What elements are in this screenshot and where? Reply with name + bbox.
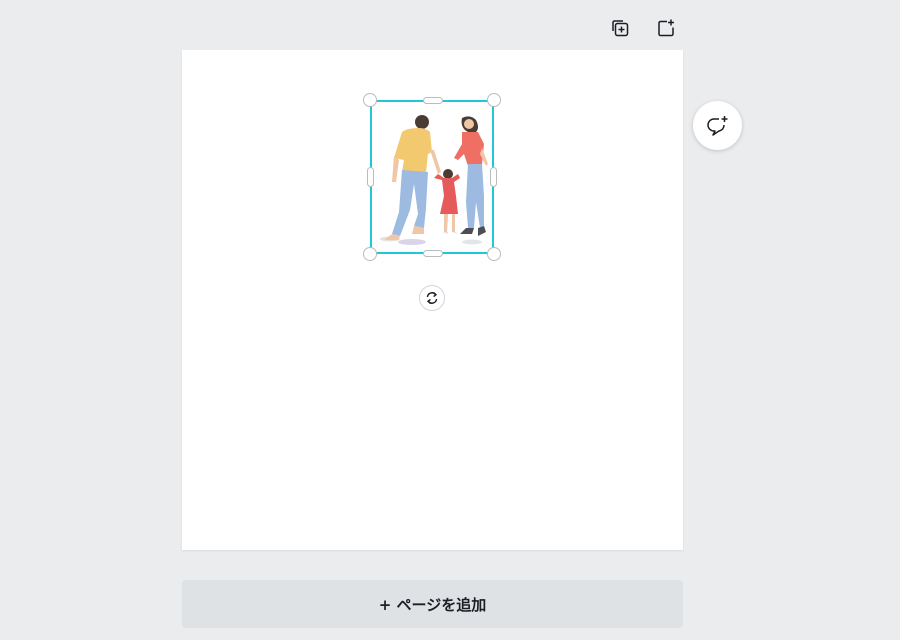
add-page-label: + ページを追加: [378, 595, 487, 614]
rotate-button[interactable]: [419, 285, 445, 311]
add-page-button[interactable]: + ページを追加: [182, 580, 683, 628]
editor-stage: + ページを追加: [0, 0, 900, 640]
page-toolbar: [606, 14, 680, 42]
resize-handle-top[interactable]: [423, 97, 443, 104]
rotate-icon: [426, 291, 438, 305]
design-page[interactable]: [182, 50, 683, 550]
resize-handle-left[interactable]: [367, 167, 374, 187]
resize-handle-bottom-right[interactable]: [487, 247, 501, 261]
resize-handle-bottom[interactable]: [423, 250, 443, 257]
family-illustration: [380, 115, 488, 245]
resize-handle-top-right[interactable]: [487, 93, 501, 107]
resize-handle-right[interactable]: [490, 167, 497, 187]
resize-handle-bottom-left[interactable]: [363, 247, 377, 261]
duplicate-page-button[interactable]: [606, 14, 634, 42]
duplicate-page-icon: [612, 20, 629, 37]
add-page-icon: [658, 19, 674, 37]
selected-image[interactable]: [363, 93, 501, 261]
add-comment-button[interactable]: [693, 101, 742, 150]
add-comment-icon: [706, 115, 727, 136]
add-page-top-button[interactable]: [652, 14, 680, 42]
resize-handle-top-left[interactable]: [363, 93, 377, 107]
